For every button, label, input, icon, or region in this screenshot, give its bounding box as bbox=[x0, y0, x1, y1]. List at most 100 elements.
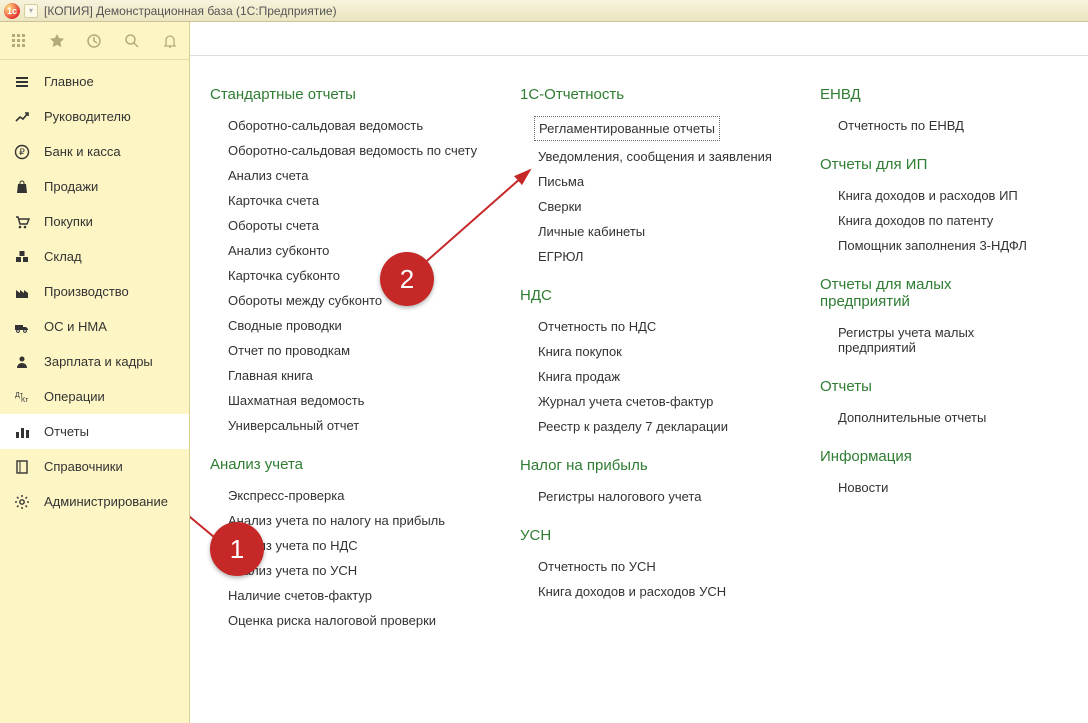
sidebar-item-label: ОС и НМА bbox=[44, 319, 107, 334]
report-link[interactable]: Помощник заполнения 3-НДФЛ bbox=[820, 233, 1040, 258]
sidebar-item-label: Главное bbox=[44, 74, 94, 89]
report-link[interactable]: Обороты между субконто bbox=[210, 288, 480, 313]
search-icon[interactable] bbox=[123, 32, 141, 50]
dtk-icon: ДтКт bbox=[12, 389, 32, 405]
report-link[interactable]: Регламентированные отчеты bbox=[534, 116, 720, 141]
report-link[interactable]: Отчетность по УСН bbox=[520, 554, 780, 579]
report-link[interactable]: Книга покупок bbox=[520, 339, 780, 364]
sidebar-toolbar bbox=[0, 22, 189, 60]
dropdown-icon[interactable]: ▾ bbox=[24, 4, 38, 18]
report-link[interactable]: Отчет по проводкам bbox=[210, 338, 480, 363]
section-heading[interactable]: Отчеты bbox=[820, 378, 1040, 395]
section-heading[interactable]: Налог на прибыль bbox=[520, 457, 780, 474]
report-link[interactable]: Карточка счета bbox=[210, 188, 480, 213]
report-link[interactable]: Сводные проводки bbox=[210, 313, 480, 338]
sidebar-item-chart[interactable]: Отчеты bbox=[0, 414, 189, 449]
sidebar-item-truck[interactable]: ОС и НМА bbox=[0, 309, 189, 344]
star-icon[interactable] bbox=[48, 32, 66, 50]
report-link[interactable]: Уведомления, сообщения и заявления bbox=[520, 144, 780, 169]
report-link[interactable]: ЕГРЮЛ bbox=[520, 244, 780, 269]
report-link[interactable]: Анализ счета bbox=[210, 163, 480, 188]
sidebar-item-dtk[interactable]: ДтКт Операции bbox=[0, 379, 189, 414]
titlebar: 1c ▾ [КОПИЯ] Демонстрационная база (1С:П… bbox=[0, 0, 1088, 22]
report-link[interactable]: Наличие счетов-фактур bbox=[210, 583, 480, 608]
report-link[interactable]: Карточка субконто bbox=[210, 263, 480, 288]
sidebar-item-label: Операции bbox=[44, 389, 105, 404]
report-link[interactable]: Сверки bbox=[520, 194, 780, 219]
section-heading[interactable]: ЕНВД bbox=[820, 86, 1040, 103]
sidebar-item-bag[interactable]: Продажи bbox=[0, 169, 189, 204]
sidebar-item-menu[interactable]: Главное bbox=[0, 64, 189, 99]
sidebar-item-label: Отчеты bbox=[44, 424, 89, 439]
sidebar-item-label: Справочники bbox=[44, 459, 123, 474]
sidebar-item-ruble[interactable]: ₽ Банк и касса bbox=[0, 134, 189, 169]
ruble-icon: ₽ bbox=[12, 144, 32, 160]
gear-icon bbox=[12, 494, 32, 510]
sidebar-item-cart[interactable]: Покупки bbox=[0, 204, 189, 239]
report-link[interactable]: Книга доходов и расходов УСН bbox=[520, 579, 780, 604]
report-link[interactable]: Книга продаж bbox=[520, 364, 780, 389]
apps-icon[interactable] bbox=[10, 32, 28, 50]
annotation-badge-1: 1 bbox=[210, 522, 264, 576]
sidebar-item-label: Продажи bbox=[44, 179, 98, 194]
sidebar-item-book[interactable]: Справочники bbox=[0, 449, 189, 484]
boxes-icon bbox=[12, 249, 32, 265]
annotation-badge-2: 2 bbox=[380, 252, 434, 306]
content-column: ЕНВД Отчетность по ЕНВД Отчеты для ИП Книга… bbox=[800, 76, 1060, 633]
report-link[interactable]: Оборотно-сальдовая ведомость по счету bbox=[210, 138, 480, 163]
cart-icon bbox=[12, 214, 32, 230]
report-link[interactable]: Регистры налогового учета bbox=[520, 484, 780, 509]
factory-icon bbox=[12, 284, 32, 300]
sidebar-item-label: Зарплата и кадры bbox=[44, 354, 153, 369]
report-link[interactable]: Отчетность по НДС bbox=[520, 314, 780, 339]
report-link[interactable]: Реестр к разделу 7 декларации bbox=[520, 414, 780, 439]
bell-icon[interactable] bbox=[161, 32, 179, 50]
history-icon[interactable] bbox=[85, 32, 103, 50]
book-icon bbox=[12, 459, 32, 475]
report-link[interactable]: Новости bbox=[820, 475, 1040, 500]
report-link[interactable]: Универсальный отчет bbox=[210, 413, 480, 438]
sidebar-item-label: Склад bbox=[44, 249, 82, 264]
sidebar-item-gear[interactable]: Администрирование bbox=[0, 484, 189, 519]
section-heading[interactable]: Отчеты для ИП bbox=[820, 156, 1040, 173]
section-heading[interactable]: Анализ учета bbox=[210, 456, 480, 473]
section-heading[interactable]: НДС bbox=[520, 287, 780, 304]
report-link[interactable]: Журнал учета счетов-фактур bbox=[520, 389, 780, 414]
svg-text:Кт: Кт bbox=[21, 397, 29, 404]
report-link[interactable]: Обороты счета bbox=[210, 213, 480, 238]
sidebar-item-factory[interactable]: Производство bbox=[0, 274, 189, 309]
report-link[interactable]: Дополнительные отчеты bbox=[820, 405, 1040, 430]
sidebar-item-boxes[interactable]: Склад bbox=[0, 239, 189, 274]
report-link[interactable]: Оценка риска налоговой проверки bbox=[210, 608, 480, 633]
section-heading[interactable]: Стандартные отчеты bbox=[210, 86, 480, 103]
report-link[interactable]: Анализ субконто bbox=[210, 238, 480, 263]
sidebar-item-trend[interactable]: Руководителю bbox=[0, 99, 189, 134]
sidebar-item-label: Банк и касса bbox=[44, 144, 121, 159]
window-title: [КОПИЯ] Демонстрационная база (1С:Предпр… bbox=[44, 4, 337, 18]
tab-strip bbox=[190, 22, 1088, 56]
report-link[interactable]: Экспресс-проверка bbox=[210, 483, 480, 508]
report-link[interactable]: Главная книга bbox=[210, 363, 480, 388]
report-link[interactable]: Личные кабинеты bbox=[520, 219, 780, 244]
report-link[interactable]: Оборотно-сальдовая ведомость bbox=[210, 113, 480, 138]
content-area: Стандартные отчеты Оборотно-сальдовая вед… bbox=[190, 22, 1088, 723]
section-heading[interactable]: Информация bbox=[820, 448, 1040, 465]
report-link[interactable]: Книга доходов по патенту bbox=[820, 208, 1040, 233]
section-heading[interactable]: УСН bbox=[520, 527, 780, 544]
section-heading[interactable]: 1С-Отчетность bbox=[520, 86, 780, 103]
sidebar-item-label: Руководителю bbox=[44, 109, 131, 124]
report-link[interactable]: Книга доходов и расходов ИП bbox=[820, 183, 1040, 208]
report-link[interactable]: Шахматная ведомость bbox=[210, 388, 480, 413]
sidebar-item-label: Администрирование bbox=[44, 494, 168, 509]
trend-icon bbox=[12, 109, 32, 125]
svg-text:₽: ₽ bbox=[19, 147, 25, 157]
app-logo-icon: 1c bbox=[4, 3, 20, 19]
sidebar-item-person[interactable]: Зарплата и кадры bbox=[0, 344, 189, 379]
sidebar: Главное Руководителю ₽ Банк и касса Продажи П… bbox=[0, 22, 190, 723]
person-icon bbox=[12, 354, 32, 370]
report-link[interactable]: Письма bbox=[520, 169, 780, 194]
section-heading[interactable]: Отчеты для малых предприятий bbox=[820, 276, 1040, 310]
report-link[interactable]: Регистры учета малых предприятий bbox=[820, 320, 1040, 360]
sidebar-item-label: Покупки bbox=[44, 214, 93, 229]
report-link[interactable]: Отчетность по ЕНВД bbox=[820, 113, 1040, 138]
